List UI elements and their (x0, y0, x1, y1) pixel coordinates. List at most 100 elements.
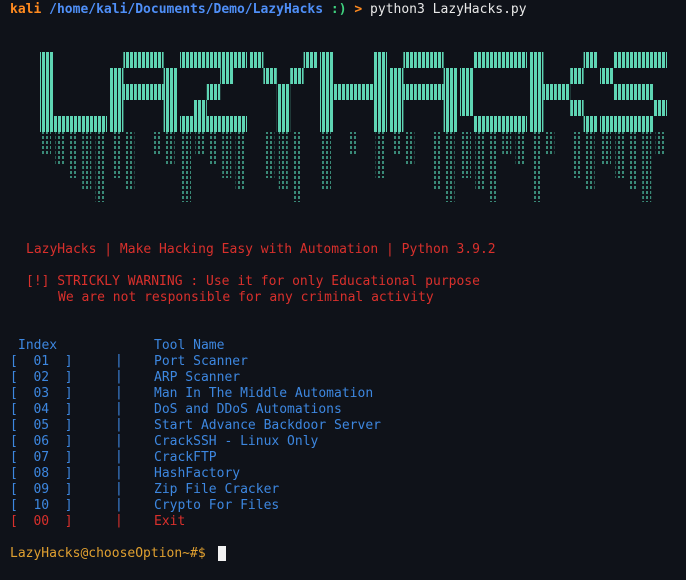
banner-letter-block (320, 68, 334, 84)
banner-drip (488, 132, 498, 202)
menu-item[interactable]: [ 03 ] | Man In The Middle Automation (0, 385, 686, 402)
banner-letter-block (150, 52, 164, 68)
banner-drip (208, 132, 218, 166)
banner-letter-block (276, 116, 291, 132)
banner-letter-block (416, 52, 431, 68)
banner-letter-block (530, 84, 544, 100)
menu-item[interactable]: [ 00 ] | Exit (0, 513, 686, 530)
banner-letter-block (66, 116, 81, 132)
banner-drip (615, 132, 625, 178)
menu-item-separator: | (115, 449, 123, 464)
menu-item[interactable]: [ 04 ] | DoS and DDoS Automations (0, 401, 686, 418)
banner-drip (265, 132, 275, 178)
banner-letter-block (303, 52, 317, 68)
menu-item[interactable]: [ 01 ] | Port Scanner (0, 353, 686, 370)
banner-drip (545, 132, 555, 154)
banner-letter-block (123, 52, 137, 68)
menu-item-name: Start Advance Backdoor Server (154, 418, 381, 433)
banner-drip (585, 132, 595, 190)
banner-letter-block (513, 52, 527, 68)
banner-letter-block (206, 52, 221, 68)
menu-item[interactable]: [ 07 ] | CrackFTP (0, 449, 686, 466)
banner-drip (182, 132, 191, 202)
banner-letter-block (193, 52, 207, 68)
tagline: LazyHacks | Make Hacking Easy with Autom… (26, 242, 496, 257)
banner-letter-block (583, 116, 597, 132)
banner-drip (68, 132, 78, 178)
banner-letter-block (513, 116, 527, 132)
menu-item-separator: | (115, 497, 123, 512)
menu-item-name: Port Scanner (154, 354, 248, 369)
banner-letter-block (390, 68, 404, 84)
banner-letter-block (320, 84, 334, 100)
banner-letter-block (163, 116, 177, 132)
banner-letter-block (473, 52, 487, 68)
banner-drip (375, 132, 385, 178)
menu-item[interactable]: [ 09 ] | Zip File Cracker (0, 481, 686, 498)
banner-letter-block (570, 100, 584, 116)
banner-letter-block (360, 84, 374, 100)
banner-letter-block (233, 52, 247, 68)
banner-letter-block (543, 84, 557, 100)
banner-letter-block (500, 116, 514, 132)
banner-drip (348, 132, 358, 154)
menu-item-index: [ 05 ] (10, 418, 73, 433)
menu-item-index: [ 10 ] (10, 498, 73, 513)
lazyhacks-ascii-banner (40, 52, 667, 202)
banner-drip (195, 132, 205, 154)
banner-letter-block (653, 100, 667, 116)
warning-line-2: We are not responsible for any criminal … (58, 290, 434, 305)
shell-prompt-line: kali /home/kali/Documents/Demo/LazyHacks… (10, 2, 527, 18)
prompt-user: kali (10, 2, 42, 17)
banner-letter-block (626, 116, 641, 132)
banner-letter-block (600, 68, 614, 84)
banner-drip (628, 132, 638, 190)
banner-letter-block (443, 116, 457, 132)
menu-item[interactable]: [ 08 ] | HashFactory (0, 465, 686, 482)
prompt-command: python3 LazyHacks.py (370, 2, 527, 17)
banner-letter-block (390, 100, 404, 116)
menu-item-separator: | (115, 353, 123, 368)
banner-letter-block (110, 100, 124, 116)
banner-letter-block (40, 100, 54, 116)
menu-item-name: Man In The Middle Automation (154, 386, 374, 401)
banner-letter-block (110, 116, 124, 132)
banner-letter-block (276, 84, 291, 100)
menu-item-name: CrackSSH - Linux Only (154, 434, 319, 449)
banner-letter-block (290, 68, 304, 84)
banner-letter-block (443, 100, 457, 116)
banner-letter-block (416, 84, 431, 100)
banner-letter-block (110, 84, 124, 100)
menu-item[interactable]: [ 10 ] | Crypto For Files (0, 497, 686, 514)
banner-drip (462, 132, 471, 178)
banner-drip (112, 132, 121, 178)
menu-header-index: Index (18, 338, 58, 353)
banner-letter-block (250, 52, 264, 68)
banner-letter-block (653, 52, 667, 68)
banner-drip (642, 132, 652, 202)
menu-item[interactable]: [ 02 ] | ARP Scanner (0, 369, 686, 386)
banner-letter-block (430, 84, 444, 100)
prompt-path: /home/kali/Documents/Demo/LazyHacks (49, 2, 324, 17)
banner-letter-block (53, 116, 67, 132)
banner-letter-block (443, 68, 457, 84)
banner-letter-block (373, 100, 387, 116)
banner-letter-block (373, 68, 387, 84)
terminal-window[interactable]: { "prompt": { "user": "kali", "path": "/… (0, 0, 686, 580)
banner-letter-block (613, 52, 627, 68)
menu-item[interactable]: [ 06 ] | CrackSSH - Linux Only (0, 433, 686, 450)
banner-drip (278, 132, 288, 190)
banner-letter-block (430, 52, 444, 68)
prompt-arrow: > (354, 2, 363, 17)
menu-item[interactable]: [ 05 ] | Start Advance Backdoor Server (0, 417, 686, 434)
menu-item-index: [ 07 ] (10, 450, 73, 465)
banner-drip (165, 132, 175, 166)
banner-drip (322, 132, 331, 190)
banner-letter-block (626, 84, 641, 100)
text-cursor[interactable] (218, 546, 226, 561)
banner-letter-block (163, 68, 177, 84)
banner-drip (432, 132, 442, 190)
prompt-smiley: :) (330, 2, 347, 17)
menu-item-separator: | (115, 417, 123, 432)
menu-item-index: [ 09 ] (10, 482, 73, 497)
